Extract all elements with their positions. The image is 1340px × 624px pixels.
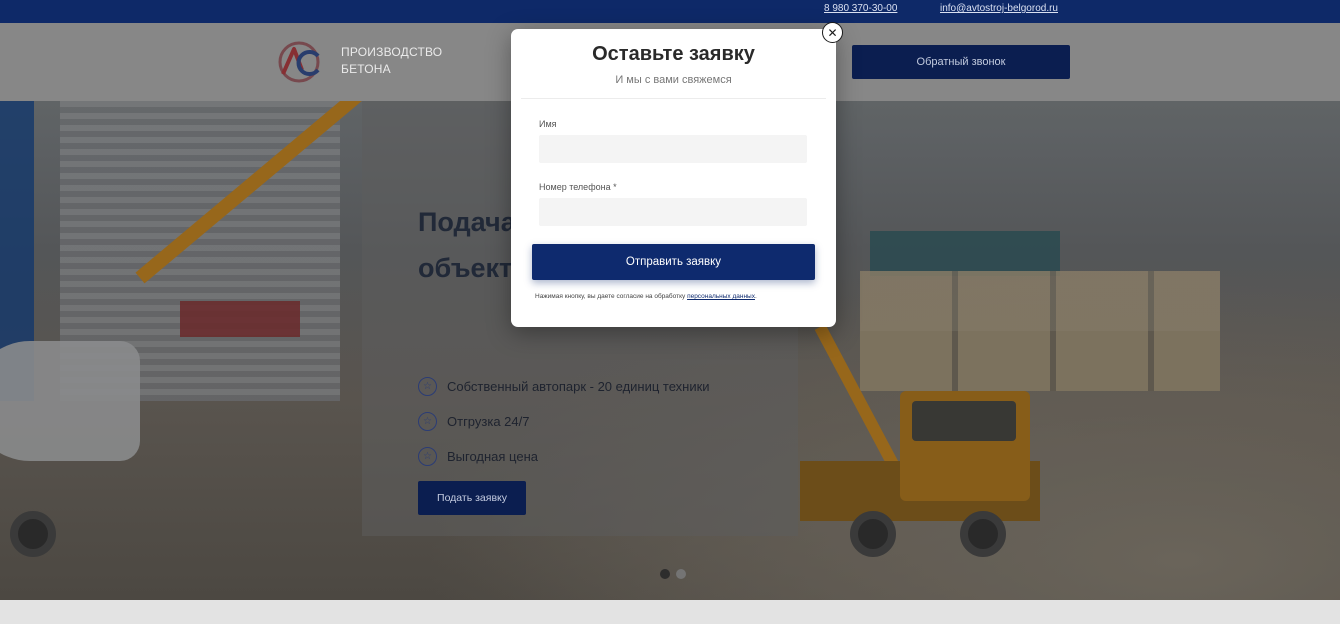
personal-data-link[interactable]: персональных данных xyxy=(687,293,755,300)
phone-field[interactable] xyxy=(539,198,807,226)
phone-label: Номер телефона * xyxy=(539,182,617,192)
name-label: Имя xyxy=(539,119,557,129)
name-field[interactable] xyxy=(539,135,807,163)
modal-title: Оставьте заявку xyxy=(592,43,755,65)
send-request-button[interactable]: Отправить заявку xyxy=(532,244,815,280)
request-modal: Оставьте заявку И мы с вами свяжемся Имя… xyxy=(511,29,836,327)
consent-prefix: Нажимая кнопку, вы даете согласие на обр… xyxy=(535,293,688,300)
close-icon[interactable]: ✕ xyxy=(822,22,843,43)
modal-subtitle: И мы с вами свяжемся xyxy=(615,74,732,86)
consent-suffix: . xyxy=(754,293,757,300)
consent-text: Нажимая кнопку, вы даете согласие на обр… xyxy=(535,293,825,300)
modal-divider xyxy=(521,98,826,99)
